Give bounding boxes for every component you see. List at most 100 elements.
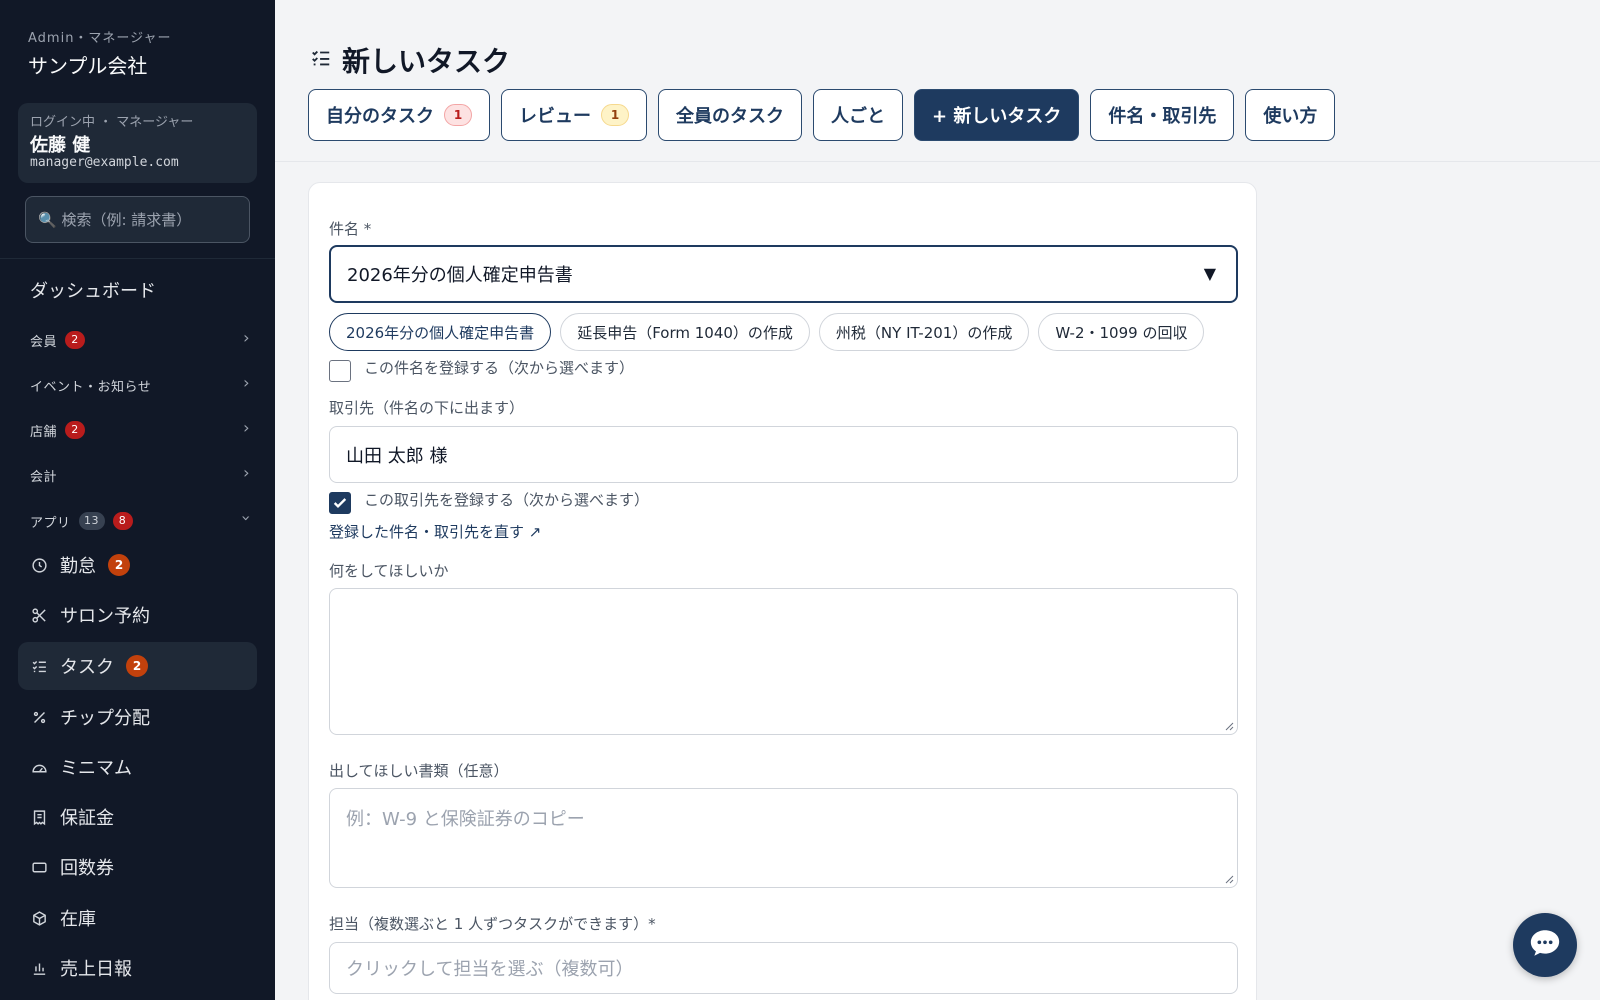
sidebar-item-tasks[interactable]: タスク 2 [18, 642, 257, 690]
section-label: アプリ [30, 515, 71, 531]
sidebar-item-label: ミニマム [60, 758, 132, 779]
tab-my-tasks[interactable]: 自分のタスク 1 [308, 89, 490, 141]
checklist-icon [30, 657, 48, 675]
chevron-right-icon: › [243, 418, 250, 437]
section-count: 13 [78, 512, 105, 530]
register-subject-checkbox[interactable] [329, 360, 351, 382]
search-input[interactable] [25, 196, 250, 243]
sidebar-item-tip-split[interactable]: チップ分配 [18, 693, 257, 741]
documents-placeholder: 例：W-9 と保険証券のコピー [346, 809, 585, 830]
ticket-icon [30, 858, 48, 876]
register-subject-row: この件名を登録する（次から選べます） [329, 357, 634, 382]
clock-icon [30, 556, 48, 574]
subject-chip[interactable]: 2026年分の個人確定申告書 [329, 313, 552, 351]
subject-label: 件名 * [329, 220, 372, 238]
subject-chip[interactable]: W-2・1099 の回収 [1038, 313, 1205, 351]
chat-button[interactable] [1513, 913, 1577, 977]
documents-textarea[interactable]: 例：W-9 と保険証券のコピー [329, 788, 1238, 888]
request-textarea[interactable] [329, 588, 1238, 735]
sidebar-item-label: 勤怠 [60, 556, 96, 577]
user-card: ログイン中 ・ マネージャー 佐藤 健 manager@example.com [18, 103, 257, 183]
chat-bubble-icon [1528, 926, 1562, 964]
tab-new-task[interactable]: + 新しいタスク [914, 89, 1080, 141]
subject-chip[interactable]: 延長申告（Form 1040）の作成 [560, 313, 810, 351]
section-badge: 2 [65, 331, 86, 349]
sidebar-divider [0, 258, 275, 259]
chevron-right-icon: › [243, 373, 250, 392]
tab-by-person[interactable]: 人ごと [813, 89, 903, 141]
tab-bar: 自分のタスク 1 レビュー 1 全員のタスク 人ごと + 新しいタスク 件名・取… [308, 89, 1336, 141]
sidebar-item-label: 保証金 [60, 808, 114, 829]
sidebar-item-label: チップ分配 [60, 708, 150, 729]
tab-review[interactable]: レビュー 1 [501, 89, 647, 141]
chevron-down-icon: › [237, 515, 257, 522]
subject-chip[interactable]: 州税（NY IT-201）の作成 [818, 313, 1030, 351]
section-label: 店舗 [30, 424, 58, 440]
tab-label: レビュー [519, 106, 591, 127]
tab-how-to[interactable]: 使い方 [1245, 89, 1336, 141]
sidebar-item-coupons[interactable]: 回数券 [18, 843, 257, 891]
register-client-checkbox[interactable] [329, 492, 351, 514]
section-label: イベント・お知らせ [30, 379, 152, 395]
org-role: Admin・マネージャー [28, 31, 172, 46]
sidebar-item-label: タスク [60, 657, 114, 678]
subject-select[interactable]: 2026年分の個人確定申告書 ▼ [329, 245, 1238, 303]
subject-value: 2026年分の個人確定申告書 [347, 265, 573, 286]
assignee-picker[interactable]: クリックして担当を選ぶ（複数可） [329, 942, 1238, 994]
section-label: 会員 [30, 334, 58, 350]
sidebar-section-stores[interactable]: 店舗 2 › [30, 418, 250, 442]
tab-label: 自分のタスク [326, 106, 434, 127]
documents-label: 出してほしい書類（任意） [329, 762, 509, 780]
section-badge: 2 [65, 421, 86, 439]
sidebar-item-label: 売上日報 [60, 959, 132, 980]
edit-subjects-link[interactable]: 登録した件名・取引先を直す ↗ [329, 521, 541, 542]
client-label: 取引先（件名の下に出ます） [329, 399, 525, 417]
register-client-label: この取引先を登録する（次から選べます） [364, 491, 650, 509]
register-subject-label: この件名を登録する（次から選べます） [364, 359, 635, 377]
user-name: 佐藤 健 [30, 135, 91, 156]
chevron-right-icon: › [243, 328, 250, 347]
user-status: ログイン中 ・ マネージャー [30, 115, 194, 130]
checklist-icon [310, 47, 332, 73]
sidebar-item-attendance[interactable]: 勤怠 2 [18, 541, 257, 589]
sidebar-item-inventory[interactable]: 在庫 [18, 894, 257, 942]
title-row: 新しいタスク [310, 40, 510, 80]
page-header: 新しいタスク 自分のタスク 1 レビュー 1 全員のタスク 人ごと + 新しいタ… [275, 0, 1600, 162]
assignee-placeholder: クリックして担当を選ぶ（複数可） [346, 959, 634, 980]
user-email: manager@example.com [30, 155, 179, 170]
request-label: 何をしてほしいか [329, 562, 449, 580]
chevron-right-icon: › [243, 463, 250, 482]
sidebar-section-events[interactable]: イベント・お知らせ › [30, 373, 250, 397]
sidebar-item-badge: 2 [126, 655, 148, 677]
tab-subjects-clients[interactable]: 件名・取引先 [1090, 89, 1235, 141]
resize-handle-icon[interactable] [1224, 874, 1234, 884]
bar-chart-icon [30, 959, 48, 977]
sidebar-item-deposit[interactable]: 保証金 [18, 793, 257, 841]
receipt-icon [30, 808, 48, 826]
sidebar-item-salon[interactable]: サロン予約 [18, 591, 257, 639]
task-form: 件名 * 2026年分の個人確定申告書 ▼ 2026年分の個人確定申告書 延長申… [308, 182, 1257, 1000]
subject-suggestions: 2026年分の個人確定申告書 延長申告（Form 1040）の作成 州税（NY … [329, 313, 1205, 351]
page-title: 新しいタスク [342, 45, 511, 78]
section-badge: 8 [112, 512, 133, 530]
register-client-row: この取引先を登録する（次から選べます） [329, 489, 649, 514]
sidebar-item-label: 在庫 [60, 909, 96, 930]
sidebar-item-minimum[interactable]: ミニマム [18, 743, 257, 791]
sidebar-item-daily-sales[interactable]: 売上日報 [18, 944, 257, 992]
assignee-label: 担当（複数選ぶと 1 人ずつタスクができます）* [329, 915, 656, 933]
tab-badge: 1 [601, 104, 629, 126]
sidebar-section-members[interactable]: 会員 2 › [30, 328, 250, 352]
tab-all-tasks[interactable]: 全員のタスク [658, 89, 802, 141]
sidebar-item-label: サロン予約 [60, 606, 150, 627]
sidebar-item-dashboard[interactable]: ダッシュボード [30, 277, 156, 303]
caret-down-icon: ▼ [1203, 264, 1216, 283]
resize-handle-icon[interactable] [1224, 721, 1234, 731]
sidebar: Admin・マネージャー サンプル会社 ログイン中 ・ マネージャー 佐藤 健 … [0, 0, 275, 1000]
sidebar-section-accounting[interactable]: 会計 › [30, 463, 250, 487]
gauge-icon [30, 758, 48, 776]
client-input[interactable]: 山田 太郎 様 [329, 426, 1238, 483]
sidebar-item-badge: 2 [108, 554, 130, 576]
percent-icon [30, 708, 48, 726]
sidebar-section-apps[interactable]: アプリ 13 8 › [30, 509, 256, 533]
client-value: 山田 太郎 様 [346, 445, 448, 467]
